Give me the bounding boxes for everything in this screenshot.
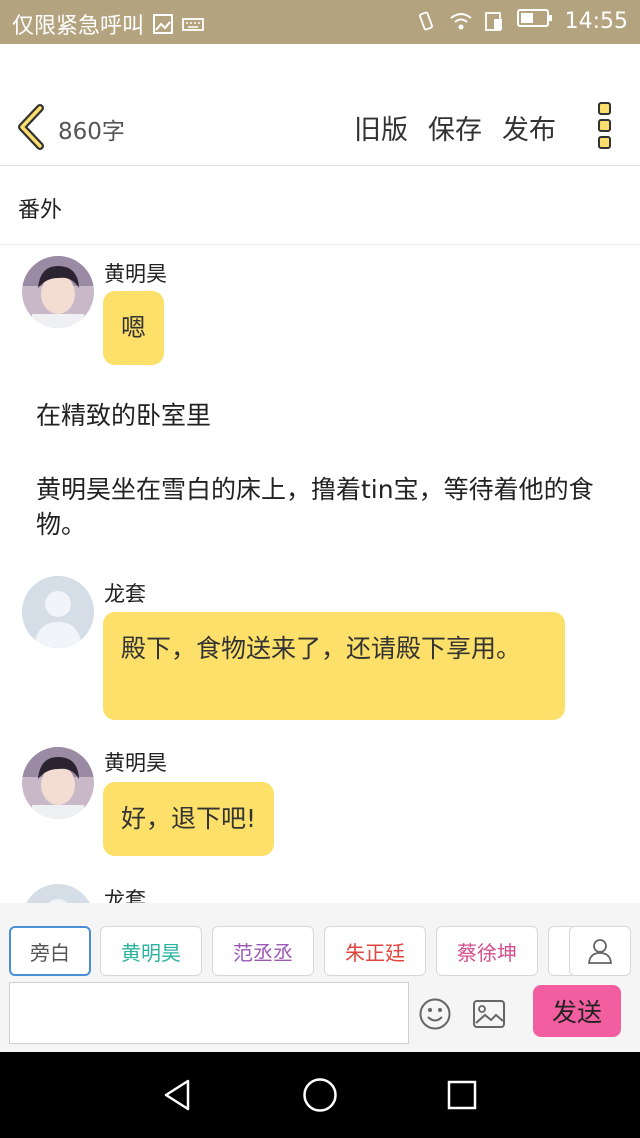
narration-text[interactable]: 黄明昊坐在雪白的床上，撸着tin宝，等待着他的食物。	[36, 472, 606, 542]
wifi-icon	[449, 10, 472, 32]
old-version-button[interactable]: 旧版	[354, 108, 408, 147]
clock-time: 14:55	[564, 8, 628, 34]
story-content[interactable]: 黄明昊 嗯 在精致的卧室里 黄明昊坐在雪白的床上，撸着tin宝，等待着他的食物。…	[0, 245, 640, 903]
more-dot-icon	[597, 102, 611, 115]
chevron-left-icon	[18, 104, 44, 150]
chip-label: 范丞丞	[233, 940, 293, 965]
message-bubble[interactable]: 嗯	[103, 291, 165, 365]
narration-text[interactable]: 在精致的卧室里	[36, 398, 606, 433]
keyboard-notification-icon	[182, 13, 204, 35]
battery-icon	[516, 8, 553, 34]
speaker-name: 黄明昊	[104, 751, 167, 775]
image-button[interactable]	[472, 998, 506, 1030]
character-chip[interactable]: 蔡徐坤	[436, 926, 538, 976]
speaker-name: 龙套	[104, 888, 146, 903]
chip-label: 蔡徐坤	[457, 940, 517, 965]
word-count: 860字	[58, 119, 125, 145]
carrier-text: 仅限紧急呼叫	[12, 14, 145, 39]
save-button[interactable]: 保存	[428, 108, 482, 147]
composer-panel: 旁白 黄明昊 范丞丞 朱正廷 蔡徐坤 发送	[0, 903, 640, 1052]
avatar[interactable]	[22, 256, 94, 328]
default-avatar-icon[interactable]	[22, 884, 94, 903]
person-icon	[588, 939, 612, 964]
character-chip[interactable]: 朱正廷	[324, 926, 426, 976]
square-recents-icon	[447, 1080, 477, 1110]
home-nav-button[interactable]	[302, 1077, 338, 1113]
chapter-title-bar[interactable]: 番外	[0, 166, 640, 245]
image-icon	[473, 1000, 505, 1028]
avatar[interactable]	[22, 747, 94, 819]
speaker-name: 黄明昊	[104, 262, 167, 286]
vibrate-icon	[415, 10, 437, 32]
chip-label: 黄明昊	[121, 940, 181, 965]
character-chip[interactable]: 范丞丞	[212, 926, 314, 976]
more-options-button[interactable]	[594, 102, 614, 154]
recents-nav-button[interactable]	[446, 1079, 478, 1111]
more-dot-icon	[597, 136, 611, 149]
send-button[interactable]: 发送	[533, 985, 621, 1037]
default-avatar-icon[interactable]	[22, 576, 94, 648]
character-chip[interactable]: 黄明昊	[100, 926, 202, 976]
message-bubble[interactable]: 好，退下吧!	[103, 782, 275, 856]
smiley-icon	[419, 998, 451, 1030]
chapter-title[interactable]: 番外	[18, 192, 62, 224]
emoji-button[interactable]	[418, 997, 452, 1031]
system-navigation-bar	[0, 1052, 640, 1138]
publish-button[interactable]: 发布	[502, 108, 556, 147]
back-nav-button[interactable]	[160, 1077, 196, 1113]
message-bubble[interactable]: 殿下，食物送来了，还请殿下享用。	[103, 612, 565, 720]
chip-label: 旁白	[30, 940, 70, 965]
sim-icon	[483, 10, 505, 32]
chip-label: 朱正廷	[345, 940, 405, 965]
status-bar: 仅限紧急呼叫 14:55	[0, 0, 640, 44]
back-button[interactable]	[14, 104, 50, 150]
more-dot-icon	[597, 119, 611, 132]
editor-header: 860字 旧版 保存 发布	[0, 44, 640, 166]
manage-characters-button[interactable]	[569, 926, 631, 976]
image-notification-icon	[152, 13, 174, 35]
message-input[interactable]	[9, 982, 409, 1044]
character-chip-narrator[interactable]: 旁白	[9, 926, 91, 976]
circle-home-icon	[303, 1078, 337, 1112]
speaker-name: 龙套	[104, 582, 146, 606]
triangle-back-icon	[164, 1079, 190, 1111]
